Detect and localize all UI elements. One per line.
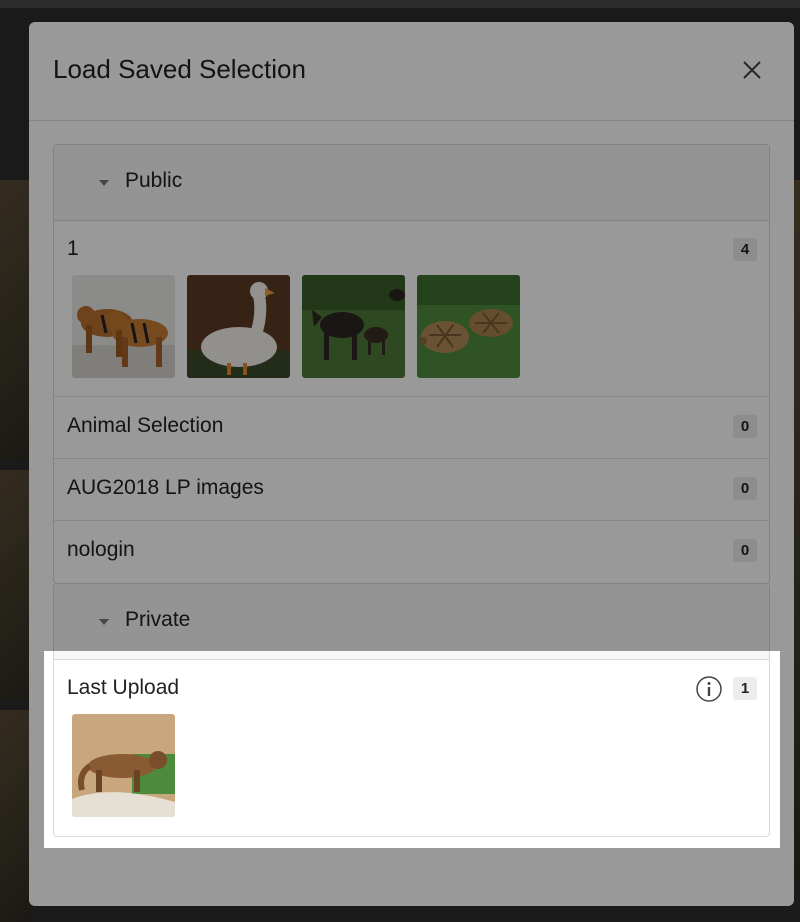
count-badge: 0 [733, 477, 757, 500]
list-item-nologin[interactable]: nologin 0 [54, 521, 769, 582]
info-icon[interactable] [695, 675, 723, 703]
list-item-last-upload[interactable]: Last Upload 1 [54, 660, 769, 836]
count-badge: 0 [733, 415, 757, 438]
thumbnail-tortoises[interactable] [417, 275, 520, 378]
selection-name: Animal Selection [67, 414, 224, 437]
modal-title: Load Saved Selection [53, 54, 306, 84]
list-item-selection-1[interactable]: 1 4 [54, 221, 769, 397]
background-photo [0, 710, 29, 922]
background-photo [0, 180, 29, 460]
background-strip [0, 0, 800, 8]
private-panel-header[interactable]: Private [54, 584, 769, 660]
selection-name: AUG2018 LP images [67, 476, 264, 499]
public-panel-header[interactable]: Public [54, 145, 769, 221]
selection-name: Last Upload [67, 676, 180, 699]
caret-down-icon [99, 180, 109, 186]
close-icon[interactable] [734, 52, 770, 88]
background-photo [0, 470, 29, 700]
list-item-animal-selection[interactable]: Animal Selection 0 [54, 397, 769, 459]
count-badge: 1 [733, 677, 757, 700]
modal-header: Load Saved Selection [29, 22, 794, 121]
list-item-aug2018-lp-images[interactable]: AUG2018 LP images 0 [54, 459, 769, 521]
private-panel: Private Last Upload 1 [53, 583, 770, 837]
count-badge: 4 [733, 238, 757, 261]
load-saved-selection-dialog: Load Saved Selection Public 1 4 Animal S… [29, 22, 794, 906]
selection-name: nologin [67, 538, 135, 561]
selection-name: 1 [67, 237, 79, 260]
private-panel-label: Private [125, 608, 191, 631]
background-photo [794, 180, 800, 880]
count-badge: 0 [733, 539, 757, 562]
thumbnail-moose[interactable] [302, 275, 405, 378]
thumbnail-goose[interactable] [187, 275, 290, 378]
public-panel-label: Public [125, 169, 183, 192]
thumbnail-marten[interactable] [72, 714, 175, 817]
caret-down-icon [99, 619, 109, 625]
thumbnail-tigers[interactable] [72, 275, 175, 378]
public-panel: Public 1 4 Animal Selection 0 AUG2018 LP… [53, 144, 770, 584]
